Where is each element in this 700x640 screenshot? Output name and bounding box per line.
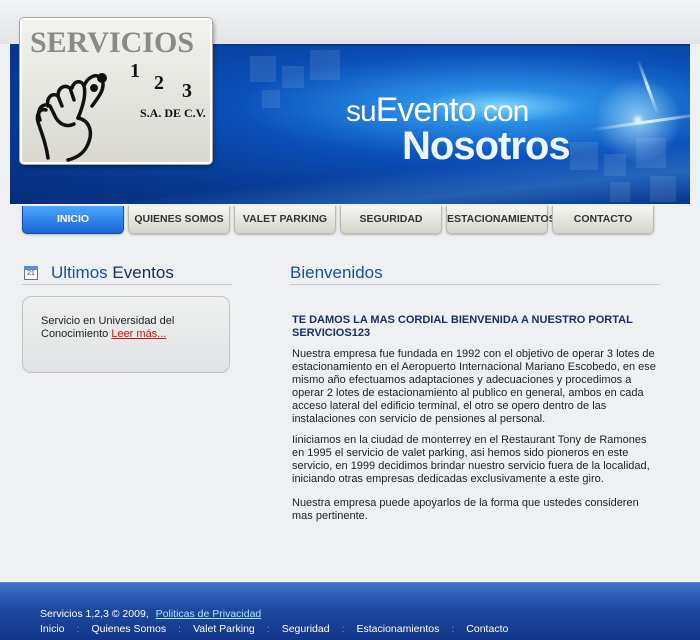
copyright: Servicios 1,2,3 © 2009, Politicas de Pri…: [40, 608, 261, 620]
footer-link-valet-parking[interactable]: Valet Parking: [193, 623, 255, 635]
calendar-icon: 21: [24, 266, 38, 280]
paragraph-1: Nuestra empresa fue fundada en 1992 con …: [292, 348, 656, 425]
footer-separator: :: [266, 623, 270, 635]
footer: Servicios 1,2,3 © 2009, Politicas de Pri…: [0, 582, 700, 640]
welcome-heading: TE DAMOS LA MAS CORDIAL BIENVENIDA A NUE…: [292, 314, 633, 339]
copyright-text: Servicios 1,2,3 © 2009,: [40, 608, 149, 620]
nav-seguridad[interactable]: SEGURIDAD: [340, 206, 442, 234]
paragraph-3: Nuestra empresa puede apoyarlos de la fo…: [292, 497, 639, 522]
privacy-link[interactable]: Politicas de Privacidad: [156, 608, 262, 620]
footer-nav: Inicio: Quienes Somos: Valet Parking: Segur…: [40, 623, 508, 635]
evento-card: Servicio en Universidad del Conocimiento…: [22, 296, 230, 373]
nav-estacionamientos[interactable]: ESTACIONAMIENTOS: [446, 206, 556, 234]
eventos-title: Ultimos Eventos: [51, 263, 174, 282]
footer-separator: :: [76, 623, 80, 635]
footer-separator: :: [451, 623, 455, 635]
eventos-header: 21 Ultimos Eventos: [22, 263, 232, 285]
slogan-line-2: Nosotros: [402, 124, 571, 168]
logo-number-3: 3: [182, 80, 192, 102]
bienvenidos-title: Bienvenidos: [290, 263, 383, 282]
logo-title: SERVICIOS: [30, 26, 195, 59]
leer-mas-link[interactable]: Leer más...: [111, 328, 166, 340]
evento-item: Servicio en Universidad del Conocimiento…: [41, 315, 221, 341]
footer-link-contacto[interactable]: Contacto: [466, 623, 508, 635]
nav-inicio[interactable]: INICIO: [22, 206, 124, 234]
hand-icon: [35, 73, 107, 162]
paragraph-2: Iiniciamos en la ciudad de monterrey en …: [292, 434, 650, 485]
nav-contacto[interactable]: CONTACTO: [552, 206, 654, 234]
logo-number-1: 1: [130, 60, 140, 82]
footer-link-estacionamientos[interactable]: Estacionamientos: [356, 623, 439, 635]
company-logo[interactable]: SERVICIOS 1 2 3 S.A. DE C.V.: [20, 18, 212, 164]
bienvenidos-header: Bienvenidos: [290, 263, 660, 285]
footer-separator: :: [178, 623, 182, 635]
footer-separator: :: [341, 623, 345, 635]
footer-link-seguridad[interactable]: Seguridad: [282, 623, 330, 635]
logo-number-2: 2: [154, 72, 164, 94]
footer-link-inicio[interactable]: Inicio: [40, 623, 65, 635]
nav-quienes-somos[interactable]: QUIENES SOMOS: [128, 206, 230, 234]
logo-subtitle: S.A. DE C.V.: [140, 106, 206, 120]
nav-valet-parking[interactable]: VALET PARKING: [234, 206, 336, 234]
footer-link-quienes-somos[interactable]: Quienes Somos: [91, 623, 166, 635]
